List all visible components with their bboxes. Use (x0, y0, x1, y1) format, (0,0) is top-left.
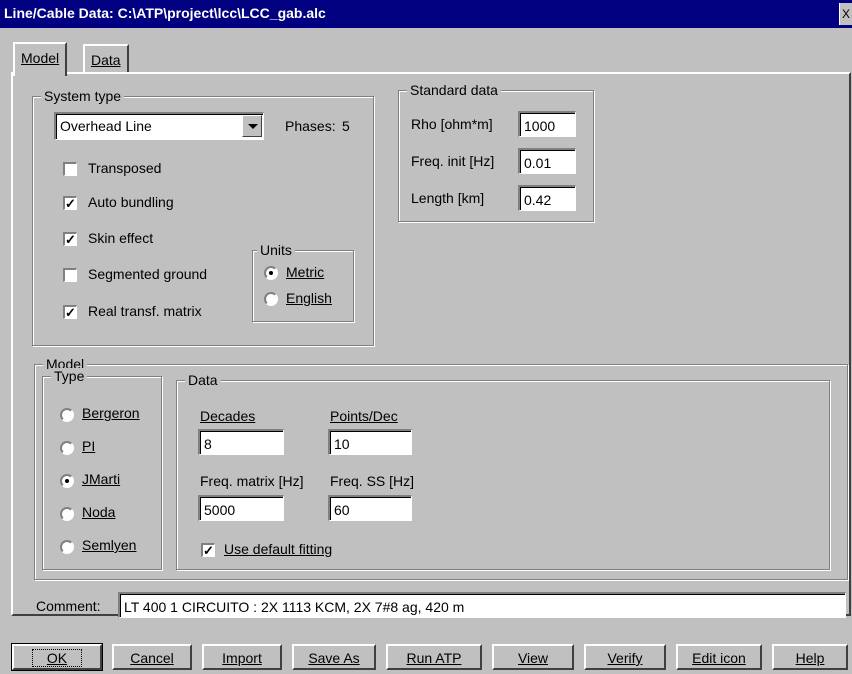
decades-label: Decades (200, 408, 256, 424)
freq-init-label: Freq. init [Hz] (411, 153, 495, 169)
transposed-label: Transposed (88, 160, 162, 176)
bergeron-radio[interactable] (60, 408, 74, 422)
freq-ss-label: Freq. SS [Hz] (330, 473, 415, 489)
noda-label: Noda (82, 504, 116, 520)
tab-model[interactable]: Model (13, 42, 68, 76)
comment-input[interactable]: LT 400 1 CIRCUITO : 2X 1113 KCM, 2X 7#8 … (118, 592, 846, 618)
tab-model-label: Model (21, 50, 60, 66)
chevron-down-icon[interactable] (242, 115, 262, 137)
pi-radio[interactable] (60, 441, 74, 455)
freq-init-input[interactable]: 0.01 (518, 148, 576, 174)
window-title: Line/Cable Data: C:\ATP\project\lcc\LCC_… (4, 5, 326, 21)
view-button[interactable]: View (492, 644, 574, 670)
use-default-fitting-checkbox[interactable]: ✓ (201, 543, 215, 557)
real-transf-matrix-checkbox[interactable]: ✓ (63, 305, 77, 319)
phases-label: Phases: (285, 118, 336, 134)
semlyen-radio[interactable] (60, 540, 74, 554)
use-default-fitting-label: Use default fitting (224, 541, 333, 557)
standard-data-legend: Standard data (407, 82, 501, 98)
english-label: English (286, 290, 332, 306)
skin-effect-checkbox[interactable]: ✓ (63, 232, 77, 246)
bergeron-label: Bergeron (82, 405, 140, 421)
edit-icon-button-label: Edit icon (692, 650, 746, 666)
freq-matrix-label: Freq. matrix [Hz] (200, 473, 304, 489)
verify-button-label: Verify (607, 650, 643, 666)
import-button[interactable]: Import (202, 644, 282, 670)
save-as-button-label: Save As (308, 650, 360, 666)
system-type-select[interactable]: Overhead Line (54, 112, 264, 140)
view-button-label: View (517, 650, 549, 666)
system-type-legend: System type (41, 88, 125, 104)
units-legend: Units (257, 242, 295, 258)
noda-radio[interactable] (60, 507, 74, 521)
auto-bundling-label: Auto bundling (88, 194, 174, 210)
tab-data-label: Data (91, 52, 121, 68)
points-dec-label: Points/Dec (330, 408, 398, 424)
units-group: Units (252, 242, 354, 322)
transposed-checkbox[interactable] (63, 162, 77, 176)
help-button[interactable]: Help (772, 644, 848, 670)
system-type-value: Overhead Line (60, 118, 152, 134)
pi-label: PI (82, 438, 96, 454)
rho-label: Rho [ohm*m] (411, 116, 493, 132)
tab-data[interactable]: Data (83, 44, 129, 74)
length-input[interactable]: 0.42 (518, 185, 576, 211)
metric-label: Metric (286, 264, 325, 280)
comment-label: Comment: (36, 598, 101, 614)
close-icon[interactable]: X (839, 3, 852, 25)
edit-icon-button[interactable]: Edit icon (676, 644, 762, 670)
metric-radio[interactable] (264, 266, 278, 280)
auto-bundling-checkbox[interactable]: ✓ (63, 196, 77, 210)
model-data-legend: Data (185, 372, 221, 388)
verify-button[interactable]: Verify (584, 644, 666, 670)
skin-effect-label: Skin effect (88, 230, 154, 246)
type-legend: Type (51, 368, 88, 384)
run-atp-button[interactable]: Run ATP (386, 644, 482, 670)
ok-button-label: OK (31, 649, 83, 667)
segmented-ground-label: Segmented ground (88, 266, 208, 282)
jmarti-radio[interactable] (60, 474, 74, 488)
real-transf-matrix-label: Real transf. matrix (88, 303, 202, 319)
jmarti-label: JMarti (82, 471, 121, 487)
phases-value: 5 (342, 118, 350, 134)
rho-input[interactable]: 1000 (518, 111, 576, 137)
title-bar: Line/Cable Data: C:\ATP\project\lcc\LCC_… (0, 0, 852, 28)
decades-input[interactable]: 8 (198, 429, 284, 455)
import-button-label: Import (222, 650, 262, 666)
ok-button[interactable]: OK (11, 643, 103, 671)
segmented-ground-checkbox[interactable] (63, 268, 77, 282)
help-button-label: Help (795, 650, 825, 666)
length-label: Length [km] (411, 190, 485, 206)
points-dec-input[interactable]: 10 (328, 429, 412, 455)
save-as-button[interactable]: Save As (292, 644, 376, 670)
cancel-button[interactable]: Cancel (112, 644, 192, 670)
run-atp-button-label: Run ATP (406, 650, 462, 666)
freq-matrix-input[interactable]: 5000 (198, 495, 284, 521)
english-radio[interactable] (264, 292, 278, 306)
semlyen-label: Semlyen (82, 537, 137, 553)
cancel-button-label: Cancel (130, 650, 174, 666)
freq-ss-input[interactable]: 60 (328, 495, 412, 521)
